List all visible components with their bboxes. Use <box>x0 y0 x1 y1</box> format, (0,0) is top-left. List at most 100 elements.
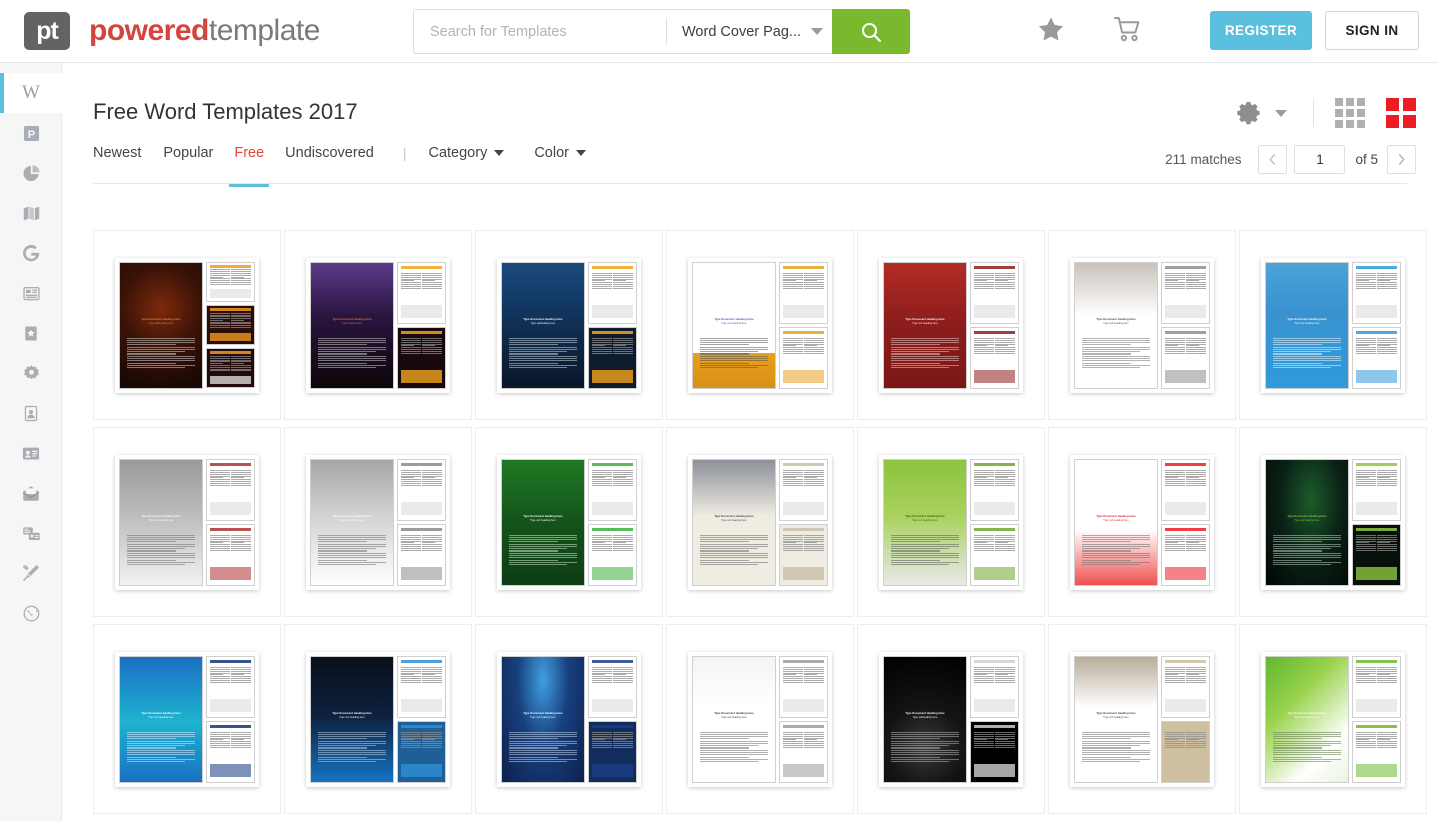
template-preview-page <box>588 655 637 718</box>
template-cover-subheading: Type sub heading here <box>339 717 365 720</box>
sidebar-item-google[interactable] <box>0 233 62 273</box>
next-page-button[interactable] <box>1387 145 1416 174</box>
grid-view-large-icon[interactable] <box>1386 98 1416 128</box>
template-cover-subheading: Type sub heading here <box>912 323 938 326</box>
template-cover-page: Type Document Heading Here Type sub headi… <box>1265 261 1349 389</box>
sidebar-item-design-tools[interactable] <box>0 553 62 593</box>
chevron-left-icon <box>1269 154 1276 165</box>
filter-tab-free[interactable]: Free <box>229 145 285 187</box>
template-card[interactable]: Type Document Heading Here Type sub headi… <box>1048 230 1236 420</box>
template-cover-page: Type Document Heading Here Type sub headi… <box>310 458 394 586</box>
template-card[interactable]: Type Document Heading Here Type sub headi… <box>666 427 854 617</box>
template-card[interactable]: Type Document Heading Here Type sub headi… <box>475 427 663 617</box>
template-preview-page <box>397 326 446 389</box>
matches-count: 211 matches <box>1165 152 1242 167</box>
sidebar-item-business-cards[interactable] <box>0 433 62 473</box>
template-preview-stack <box>588 655 637 783</box>
search-button[interactable] <box>832 9 910 54</box>
template-card[interactable]: Type Document Heading Here Type subtitle … <box>284 230 472 420</box>
template-thumbnail: Type Document Heading Here Type sub headi… <box>1261 257 1405 393</box>
template-card[interactable]: Type Document Heading Here Type sub headi… <box>1239 624 1427 814</box>
page-title: Free Word Templates 2017 <box>93 99 358 124</box>
sidebar-item-newsletters[interactable] <box>0 273 62 313</box>
app-header: pt poweredtemplate Word Cover Pag... <box>0 0 1438 63</box>
template-card[interactable]: Type Document Heading Here Type sub headi… <box>666 230 854 420</box>
template-card[interactable]: Type Document Heading Here Type sub headi… <box>1048 427 1236 617</box>
filter-tab-undiscovered[interactable]: Undiscovered <box>285 145 395 161</box>
favorites-star-icon[interactable] <box>1035 14 1067 45</box>
template-cover-heading: Type Document Heading Here Type sub headi… <box>1082 318 1149 327</box>
total-pages-label: of 5 <box>1355 152 1378 167</box>
filter-dropdown-color[interactable]: Color <box>534 145 586 161</box>
search-category-dropdown[interactable]: Word Cover Pag... <box>667 10 824 53</box>
template-preview-stack <box>397 261 446 389</box>
template-preview-page <box>206 655 255 718</box>
template-card[interactable]: Type Document Heading Here Type sub headi… <box>857 427 1045 617</box>
sidebar-item-word[interactable]: W <box>0 73 62 113</box>
sidebar-item-posters[interactable] <box>0 313 62 353</box>
template-card[interactable]: Type Document Heading Here Type sub headi… <box>1239 427 1427 617</box>
grid-view-small-icon[interactable] <box>1335 98 1365 128</box>
template-cover-subheading: Type sub heading here <box>721 520 747 523</box>
filter-dropdown-category[interactable]: Category <box>428 145 505 161</box>
sidebar-item-letterheads[interactable] <box>0 473 62 513</box>
template-cover-page: Type Document Heading Here Type sub headi… <box>119 458 203 586</box>
search-input[interactable] <box>414 10 666 53</box>
template-thumbnail: Type Document Heading Here Type sub headi… <box>306 651 450 787</box>
search-icon <box>861 22 882 42</box>
template-card[interactable]: Type Document Heading Here Type sub headi… <box>93 427 281 617</box>
template-card[interactable]: Type Document Heading Here Type sub headi… <box>1239 230 1427 420</box>
template-cover-subheading: Type sub heading here <box>339 520 365 523</box>
sidebar-item-charts[interactable] <box>0 153 62 193</box>
template-preview-page <box>1352 720 1401 783</box>
template-preview-page <box>1352 655 1401 718</box>
template-cover-subheading: Type sub heading here <box>1294 520 1320 523</box>
template-card[interactable]: Type Document Heading Here Type sub headi… <box>1048 624 1236 814</box>
template-card[interactable]: Type Document Heading Here Type sub headi… <box>666 624 854 814</box>
template-thumbnail: Type Document Heading Here Type sub headi… <box>879 454 1023 590</box>
sidebar-item-portraits[interactable] <box>0 393 62 433</box>
template-card[interactable]: Type Document Heading Here Type subheadin… <box>475 230 663 420</box>
sidebar-item-brochures[interactable] <box>0 513 62 553</box>
sidebar-item-powerpoint[interactable]: P <box>0 113 62 153</box>
page-number-input[interactable] <box>1294 145 1346 174</box>
prev-page-button[interactable] <box>1258 145 1288 174</box>
template-cover-heading: Type Document Heading Here Type sub headi… <box>891 515 958 524</box>
sidebar-item-web[interactable] <box>0 593 62 633</box>
filter-tab-popular[interactable]: Popular <box>163 145 234 161</box>
template-preview-page <box>206 458 255 521</box>
template-card[interactable]: Type Document Heading Here Type sub headi… <box>284 427 472 617</box>
template-cover-heading: Type Document Heading Here Type sub headi… <box>1273 712 1340 721</box>
signin-button[interactable]: SIGN IN <box>1325 11 1419 50</box>
template-thumbnail: Type Document Heading Here Type sub headi… <box>306 454 450 590</box>
sidebar-item-logos[interactable] <box>0 353 62 393</box>
template-card[interactable]: Type Document Heading Here Type sub headi… <box>475 624 663 814</box>
shopping-cart-icon[interactable] <box>1112 14 1143 45</box>
toolbar-divider <box>1313 99 1314 127</box>
settings-button[interactable] <box>1236 100 1287 127</box>
template-preview-page <box>206 348 255 389</box>
filter-tab-newest[interactable]: Newest <box>93 145 163 161</box>
template-card[interactable]: Type Document Heading Here Type sub headi… <box>284 624 472 814</box>
logo-mark-text: pt <box>36 16 59 45</box>
register-button[interactable]: REGISTER <box>1210 11 1312 50</box>
template-preview-stack <box>206 458 255 586</box>
template-preview-page <box>1352 523 1401 586</box>
template-preview-page <box>779 720 828 783</box>
logo[interactable]: pt poweredtemplate <box>24 12 320 50</box>
template-card[interactable]: Type Document Heading Here Type subheadin… <box>857 624 1045 814</box>
filter-separator: | <box>402 145 407 161</box>
template-cover-subheading: Type sub heading here <box>530 717 556 720</box>
template-preview-page <box>206 304 255 346</box>
template-card[interactable]: Type Document Heading Here Type sub headi… <box>93 624 281 814</box>
template-preview-stack <box>970 261 1019 389</box>
template-preview-page <box>206 261 255 302</box>
sidebar-item-maps[interactable] <box>0 193 62 233</box>
template-preview-page <box>970 458 1019 521</box>
template-thumbnail: Type Document Heading Here Type sub headi… <box>1261 651 1405 787</box>
template-card[interactable]: Type Document Heading Here Type sub headi… <box>857 230 1045 420</box>
template-preview-stack <box>397 655 446 783</box>
template-card[interactable]: Type Document Heading Here Type subheadin… <box>93 230 281 420</box>
template-cover-heading: Type Document Heading Here Type sub headi… <box>1273 318 1340 327</box>
template-preview-stack <box>397 458 446 586</box>
